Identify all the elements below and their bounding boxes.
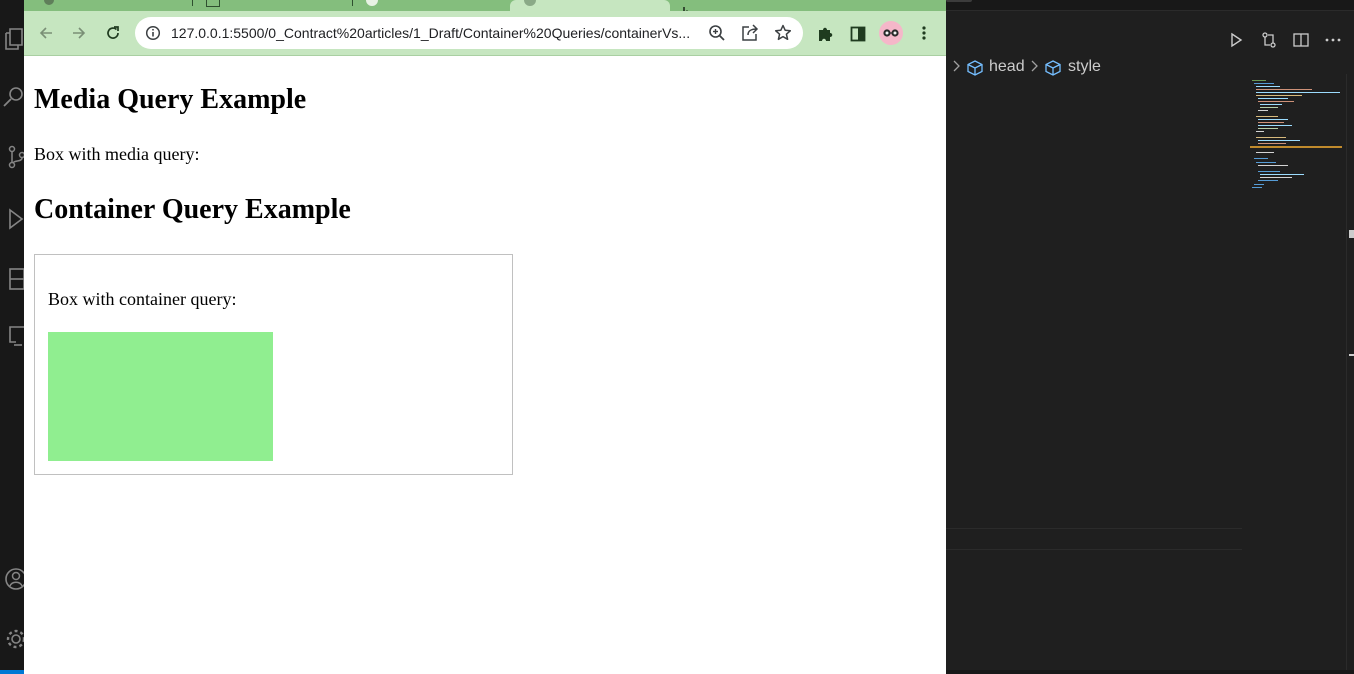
activity-bar — [0, 0, 27, 674]
chevron-right-icon — [1030, 59, 1040, 76]
vscode-editor-actions — [946, 10, 1354, 55]
symbol-element-icon — [966, 59, 983, 76]
source-control-icon[interactable] — [2, 144, 26, 170]
breadcrumb-item-style[interactable]: style — [1068, 58, 1101, 76]
tab-favicon-icon — [366, 0, 378, 6]
accounts-icon[interactable] — [2, 566, 27, 592]
browser-toolbar: 127.0.0.1:5500/0_Contract%20articles/1_D… — [24, 11, 946, 56]
star-icon[interactable] — [773, 23, 793, 43]
remote-explorer-icon[interactable] — [2, 322, 24, 348]
reload-icon[interactable] — [101, 21, 125, 45]
media-query-text: Box with media query: — [34, 144, 200, 164]
share-icon[interactable] — [740, 23, 760, 43]
profile-avatar[interactable] — [879, 21, 903, 45]
run-debug-icon[interactable] — [2, 206, 24, 232]
browser-window: 127.0.0.1:5500/0_Contract%20articles/1_D… — [24, 0, 946, 674]
container-query-container: Box with container query: — [34, 254, 513, 475]
explorer-icon[interactable] — [2, 26, 24, 52]
editor-scrollbar[interactable] — [1346, 74, 1354, 674]
url-text[interactable]: 127.0.0.1:5500/0_Contract%20articles/1_D… — [171, 17, 701, 49]
info-icon[interactable] — [145, 25, 161, 41]
panel-divider — [946, 549, 1242, 550]
address-bar[interactable]: 127.0.0.1:5500/0_Contract%20articles/1_D… — [135, 17, 803, 49]
code-editor[interactable] — [946, 82, 1242, 528]
arrow-right-icon[interactable] — [67, 21, 91, 45]
media-query-heading: Media Query Example — [34, 84, 307, 115]
arrow-left-icon[interactable] — [34, 21, 58, 45]
vscode-title-area — [946, 0, 1354, 10]
container-query-box — [48, 332, 273, 461]
tab-strip — [24, 0, 946, 11]
compare-changes-icon[interactable] — [1258, 31, 1280, 53]
run-icon[interactable] — [1225, 31, 1247, 53]
container-query-text: Box with container query: — [48, 289, 237, 309]
symbol-element-icon — [1044, 59, 1061, 76]
puzzle-icon[interactable] — [813, 21, 837, 45]
status-bar — [946, 670, 1354, 674]
kebab-menu-icon[interactable] — [912, 21, 936, 45]
zoom-icon[interactable] — [707, 23, 727, 43]
split-editor-icon[interactable] — [1290, 31, 1312, 53]
breadcrumb-item-head[interactable]: head — [989, 58, 1025, 76]
tab-favicon-icon — [206, 0, 220, 7]
container-query-heading: Container Query Example — [34, 194, 351, 225]
breadcrumb: head style — [946, 55, 1246, 81]
web-page: Media Query Example Box with media query… — [24, 56, 946, 674]
chevron-right-icon — [952, 59, 962, 76]
extensions-icon[interactable] — [2, 266, 25, 292]
panel-divider — [946, 528, 1242, 529]
cursor-icon — [682, 0, 692, 11]
side-panel-icon[interactable] — [846, 21, 870, 45]
remote-indicator[interactable] — [0, 670, 24, 674]
search-icon[interactable] — [2, 84, 24, 110]
vscode-command-center — [946, 0, 972, 2]
minimap[interactable] — [1242, 74, 1346, 674]
more-actions-icon[interactable] — [1322, 31, 1344, 53]
gear-icon[interactable] — [2, 626, 26, 652]
tab-favicon-icon — [44, 0, 54, 5]
